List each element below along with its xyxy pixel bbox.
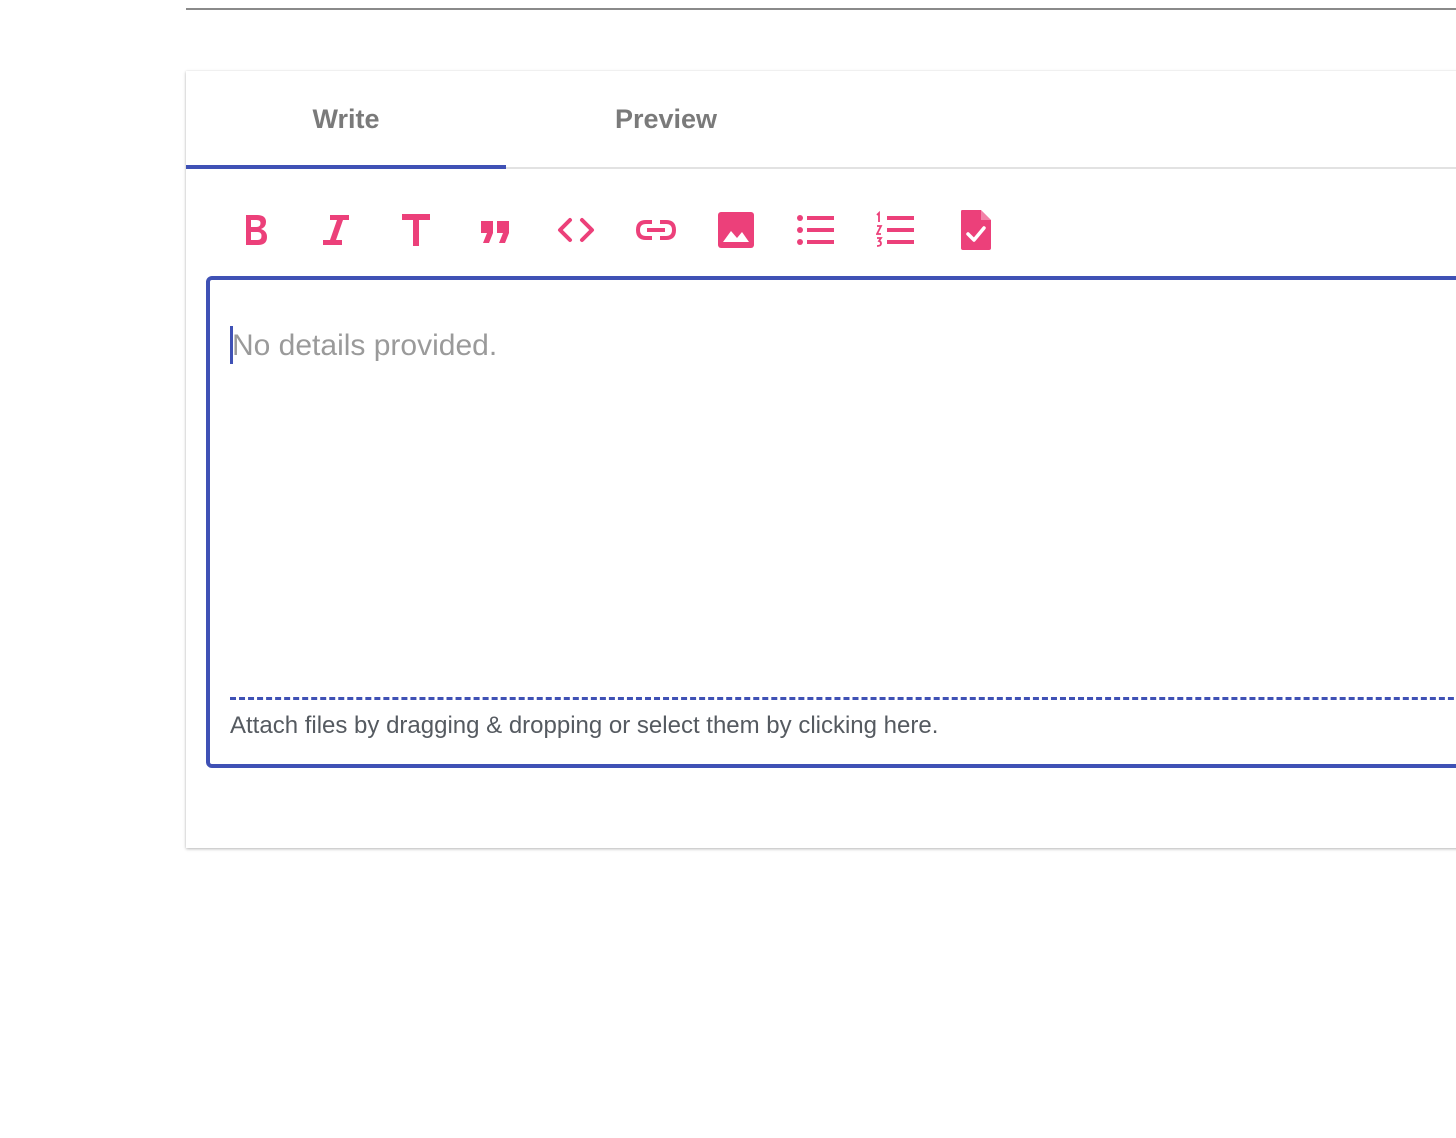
tab-write-label: Write: [312, 103, 380, 134]
header-button[interactable]: [376, 205, 456, 255]
image-button[interactable]: [696, 205, 776, 255]
bulleted-list-button[interactable]: [776, 205, 856, 255]
quote-button[interactable]: [456, 205, 536, 255]
attach-files-link[interactable]: Attach files by dragging & dropping or s…: [230, 712, 938, 740]
bulleted-list-icon: [797, 215, 834, 245]
link-button[interactable]: [616, 205, 696, 255]
top-divider: [186, 8, 1456, 10]
markdown-editor-card: Write Preview No details provided. Attac…: [186, 71, 1456, 848]
quote-icon: [481, 221, 509, 243]
formatting-toolbar: [216, 205, 1016, 255]
attach-dropzone-divider: [230, 697, 1456, 700]
task-list-button[interactable]: [936, 205, 1016, 255]
code-icon: [558, 218, 594, 242]
numbered-list-button[interactable]: [856, 205, 936, 255]
bold-button[interactable]: [216, 205, 296, 255]
task-list-icon: [961, 210, 991, 250]
tab-preview[interactable]: Preview: [506, 71, 826, 167]
active-tab-indicator: [186, 165, 506, 169]
numbered-list-icon: [876, 210, 914, 247]
bold-icon: [246, 215, 267, 245]
italic-button[interactable]: [296, 205, 376, 255]
italic-icon: [323, 215, 349, 245]
tab-write[interactable]: Write: [186, 71, 506, 167]
code-button[interactable]: [536, 205, 616, 255]
link-icon: [635, 220, 677, 240]
editor-placeholder: No details provided.: [232, 329, 498, 362]
tab-preview-label: Preview: [614, 103, 718, 134]
editor-tabs: Write Preview: [186, 71, 1456, 169]
image-icon: [718, 212, 754, 248]
markdown-textarea[interactable]: No details provided. Attach files by dra…: [206, 276, 1456, 768]
header-icon: [402, 214, 430, 246]
